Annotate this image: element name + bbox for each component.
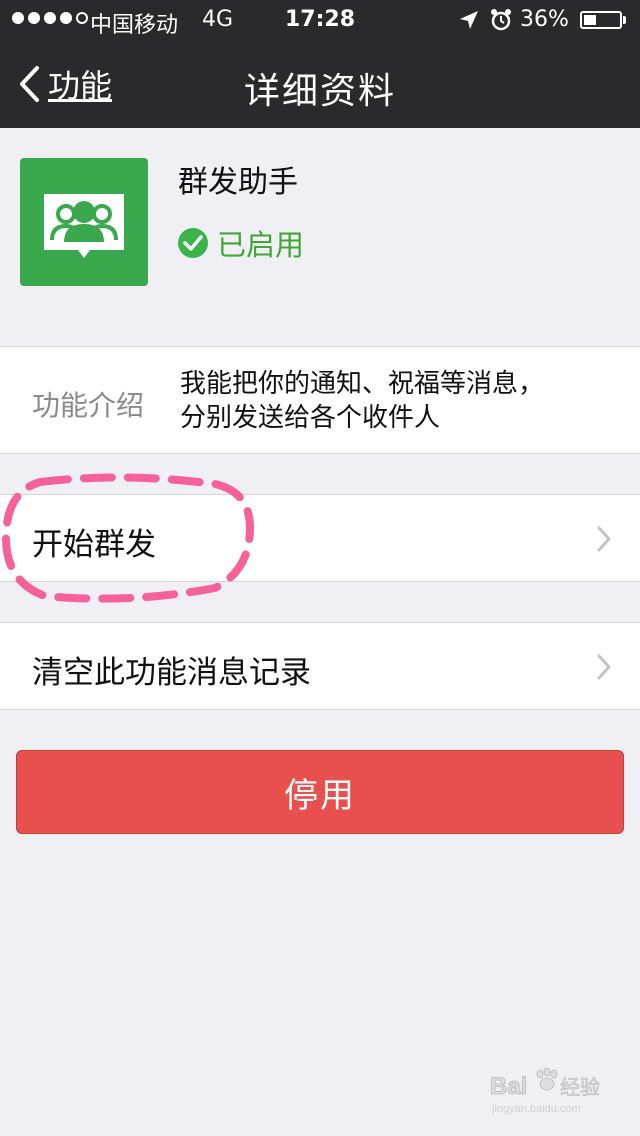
battery-icon bbox=[580, 11, 622, 29]
clear-history-label: 清空此功能消息记录 bbox=[32, 655, 311, 691]
feature-intro-row: 功能介绍 我能把你的通知、祝福等消息， 分别发送给各个收件人 bbox=[0, 346, 640, 454]
clear-history-row[interactable]: 清空此功能消息记录 bbox=[0, 622, 640, 710]
app-name: 群发助手 bbox=[178, 165, 298, 200]
chevron-right-icon bbox=[597, 526, 611, 552]
intro-line-2: 分别发送给各个收件人 bbox=[180, 403, 441, 433]
battery-percent: 36% bbox=[520, 7, 569, 32]
baidu-watermark-logo: Bai 经验 jingyan.baidu.com bbox=[490, 1067, 600, 1115]
page-title: 详细资料 bbox=[243, 71, 396, 112]
disable-button[interactable]: 停用 bbox=[16, 750, 624, 834]
status-bar: 中国移动 4G 17:28 36% bbox=[0, 0, 640, 40]
alarm-clock-icon bbox=[491, 9, 511, 31]
svg-text:jingyan.baidu.com: jingyan.baidu.com bbox=[491, 1103, 581, 1115]
status-label: 已启用 bbox=[217, 228, 305, 262]
chevron-right-icon bbox=[597, 654, 611, 680]
start-broadcast-row[interactable]: 开始群发 bbox=[0, 494, 640, 582]
navigation-bar: 功能 详细资料 bbox=[0, 40, 640, 128]
location-arrow-icon bbox=[460, 11, 478, 29]
check-circle-icon bbox=[178, 228, 208, 258]
intro-label: 功能介绍 bbox=[32, 389, 145, 422]
group-chat-icon bbox=[20, 158, 148, 286]
battery-cap bbox=[623, 16, 626, 24]
status-row: 已启用 bbox=[177, 222, 304, 264]
svg-text:经验: 经验 bbox=[560, 1076, 600, 1099]
intro-line-1: 我能把你的通知、祝福等消息， bbox=[180, 369, 545, 399]
start-broadcast-label: 开始群发 bbox=[32, 527, 156, 563]
intro-description: 我能把你的通知、祝福等消息， 分别发送给各个收件人 bbox=[180, 367, 610, 435]
svg-text:Bai: Bai bbox=[490, 1073, 527, 1100]
